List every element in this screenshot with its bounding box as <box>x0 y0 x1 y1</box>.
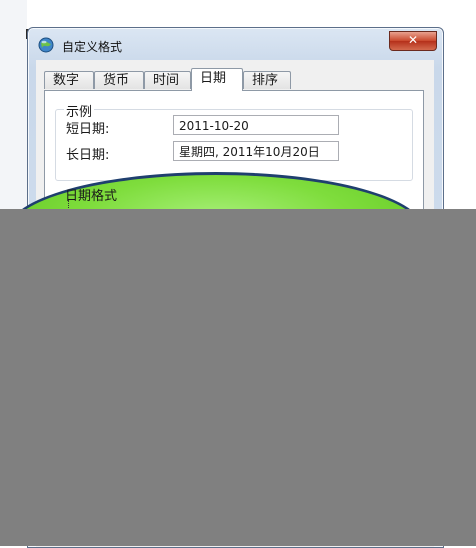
tab-currency[interactable]: 货币 <box>94 71 144 89</box>
format-cursor-mark <box>68 200 97 208</box>
tab-sort[interactable]: 排序 <box>243 71 291 89</box>
tab-time[interactable]: 时间 <box>144 71 191 89</box>
tab-number[interactable]: 数字 <box>44 71 94 89</box>
title-bar[interactable]: 自定义格式 ✕ <box>28 28 443 60</box>
long-date-label: 长日期: <box>66 148 110 163</box>
globe-icon <box>38 37 54 53</box>
tab-date[interactable]: 日期 <box>191 68 243 91</box>
tab-strip: 数字 货币 时间 日期 排序 <box>44 68 424 91</box>
gray-overlay <box>0 209 476 546</box>
short-date-label: 短日期: <box>66 122 110 137</box>
close-button[interactable]: ✕ <box>389 31 437 51</box>
dialog-title: 自定义格式 <box>62 40 123 54</box>
sample-group: 示例 短日期: 2011-10-20 长日期: 星期四, 2011年10月20日 <box>55 101 413 181</box>
short-date-field: 2011-10-20 <box>173 115 339 135</box>
long-date-field: 星期四, 2011年10月20日 <box>173 141 339 161</box>
